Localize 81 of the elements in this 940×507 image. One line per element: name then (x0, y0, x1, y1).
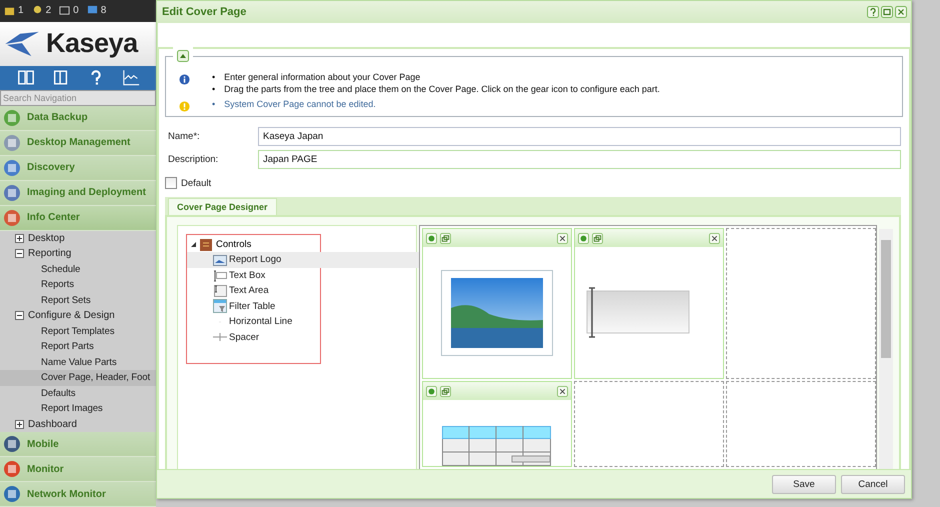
close-icon[interactable] (557, 232, 568, 244)
window-title: Edit Cover Page (162, 6, 246, 18)
restore-icon[interactable] (440, 232, 451, 244)
maximize-icon[interactable] (881, 6, 893, 18)
tree-item[interactable]: Name Value Parts (0, 354, 156, 370)
folder-icon (199, 238, 213, 252)
chart-icon[interactable] (122, 69, 140, 86)
tree-item[interactable]: Cover Page, Header, Foot (0, 370, 156, 386)
status-icon[interactable] (59, 5, 70, 16)
tree-item[interactable]: Configure & Design (28, 310, 115, 322)
tree-item[interactable]: Text Area (187, 283, 433, 298)
tree-item[interactable]: Text Box (187, 268, 433, 283)
tree-item[interactable]: Spacer (187, 330, 433, 345)
tree-item[interactable]: Reporting (28, 248, 72, 260)
close-icon[interactable] (895, 6, 907, 18)
logo-text: Kaseya (46, 28, 138, 60)
expand-toggle-icon[interactable] (15, 420, 24, 429)
tree-item[interactable]: Report Images (0, 401, 156, 416)
gear-icon[interactable] (426, 386, 437, 396)
status-icon[interactable] (4, 5, 15, 16)
tree-item[interactable]: Filter Table (187, 298, 433, 314)
text-field[interactable]: Kaseya Japan (258, 127, 901, 146)
module-icon (2, 132, 22, 152)
text-box-icon (213, 268, 227, 282)
tree-item[interactable]: Controls (216, 239, 252, 250)
part-widget[interactable] (422, 228, 572, 379)
expand-toggle-icon[interactable] (15, 311, 24, 320)
tree-item[interactable]: Horizontal Line (187, 314, 433, 330)
warning-icon (179, 101, 190, 112)
text-area-icon (213, 284, 227, 298)
bullet: • (212, 83, 216, 95)
scrollbar[interactable] (879, 229, 893, 469)
text-field[interactable]: Japan PAGE (258, 150, 901, 169)
module-icon (2, 208, 22, 228)
counter-value: 0 (73, 5, 79, 16)
gear-icon[interactable] (578, 232, 589, 244)
expand-toggle-icon[interactable] (15, 249, 24, 258)
warning-note: System Cover Page cannot be edited. (224, 98, 376, 110)
bullet: • (212, 71, 216, 83)
table-icon (213, 299, 227, 314)
book-icon[interactable] (16, 69, 34, 86)
module-icon (2, 459, 22, 479)
close-icon[interactable] (709, 232, 720, 244)
tree-item[interactable]: Report Templates (0, 324, 156, 339)
counter-value: 1 (18, 5, 24, 16)
info-note: Drag the parts from the tree and place them on the Cover Page. Click on the gear icon to configure each part. (224, 83, 660, 95)
designer-tab[interactable]: Cover Page Designer (168, 198, 277, 215)
tree-item[interactable]: Desktop (28, 232, 65, 244)
tree-item[interactable]: Defaults (0, 386, 156, 401)
book-icon[interactable] (52, 69, 70, 86)
tree-item[interactable]: Schedule (0, 262, 156, 277)
expand-toggle-icon[interactable] (15, 234, 24, 243)
info-icon (179, 74, 190, 85)
tree-item[interactable]: Reports (0, 277, 156, 292)
info-note: Enter general information about your Cover Page (224, 71, 420, 83)
checkbox-label: Default (181, 178, 212, 188)
status-icon[interactable] (86, 5, 98, 16)
module-icon (2, 108, 22, 128)
tree-item[interactable]: Report Parts (0, 339, 156, 354)
tree-item[interactable]: Dashboard (28, 418, 77, 430)
tree-item[interactable]: Report Sets (0, 292, 156, 308)
collapse-icon[interactable] (177, 50, 189, 62)
counter-value: 2 (46, 5, 52, 16)
close-icon[interactable] (557, 386, 568, 396)
module-icon (2, 158, 22, 178)
dialog-button[interactable]: Save (772, 474, 836, 494)
module-icon (2, 484, 22, 504)
default-checkbox[interactable] (165, 177, 177, 189)
picture-icon (213, 252, 227, 267)
search-field[interactable]: Search Navigation (0, 90, 156, 106)
restore-icon[interactable] (592, 232, 603, 244)
counter-value: 8 (100, 5, 106, 16)
restore-icon[interactable] (440, 386, 451, 396)
module-icon (2, 182, 22, 202)
help-icon[interactable] (867, 6, 879, 18)
module-icon (2, 434, 22, 454)
bullet: • (212, 98, 216, 110)
dialog-button[interactable]: Cancel (841, 474, 905, 494)
gear-icon[interactable] (426, 232, 437, 244)
field-label: Description: (167, 154, 220, 165)
field-label: Name*: (167, 131, 201, 142)
